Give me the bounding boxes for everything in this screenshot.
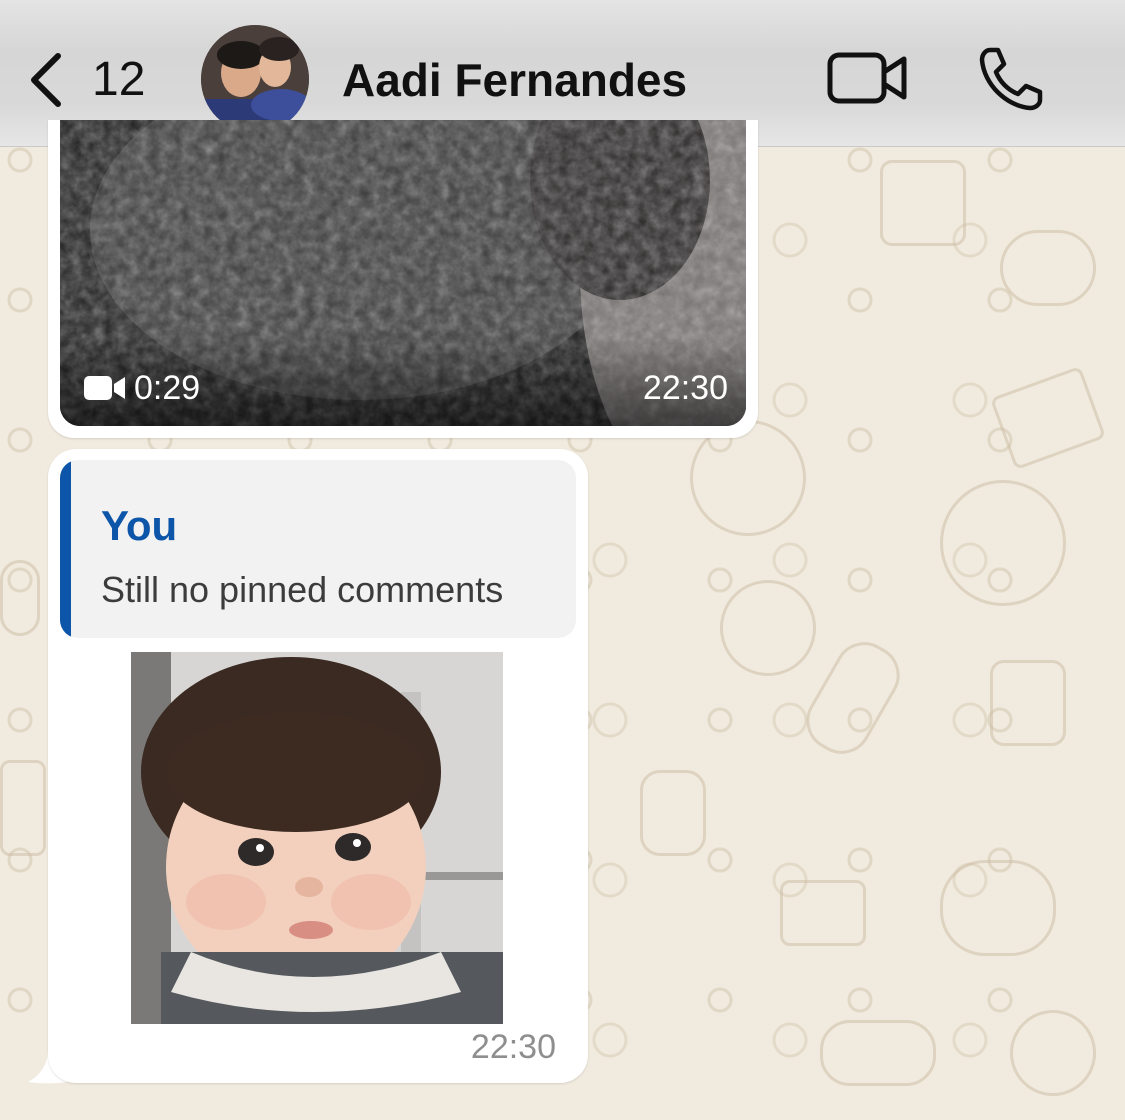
video-duration: 0:29 bbox=[134, 369, 201, 407]
phone-icon bbox=[979, 47, 1043, 111]
wallpaper-doodle bbox=[880, 160, 966, 246]
contact-name[interactable]: Aadi Fernandes bbox=[342, 52, 687, 108]
sticker-image[interactable] bbox=[131, 652, 503, 1024]
wallpaper-doodle bbox=[0, 760, 46, 856]
video-camera-icon bbox=[84, 376, 125, 400]
voice-call-button[interactable] bbox=[976, 44, 1046, 114]
wallpaper-doodle bbox=[780, 880, 866, 946]
video-duration-indicator: 0:29 bbox=[84, 368, 200, 408]
video-camera-icon bbox=[827, 52, 907, 104]
wallpaper-doodle bbox=[1000, 230, 1096, 306]
quote-accent-bar bbox=[60, 460, 71, 638]
wallpaper-doodle bbox=[940, 860, 1056, 956]
wallpaper-doodle bbox=[720, 580, 816, 676]
back-button[interactable] bbox=[22, 48, 72, 112]
wallpaper-doodle bbox=[820, 1020, 936, 1086]
wallpaper-doodle bbox=[0, 560, 40, 636]
video-call-button[interactable] bbox=[826, 50, 910, 106]
unread-count[interactable]: 12 bbox=[92, 52, 145, 108]
wallpaper-doodle bbox=[990, 660, 1066, 746]
wallpaper-doodle bbox=[940, 480, 1066, 606]
contact-avatar[interactable] bbox=[201, 25, 309, 133]
baby-photo bbox=[131, 652, 503, 1024]
quoted-text: Still no pinned comments bbox=[101, 569, 504, 610]
quoted-author: You bbox=[101, 502, 178, 549]
wallpaper-doodle bbox=[795, 631, 911, 765]
message-timestamp: 22:30 bbox=[470, 1028, 556, 1066]
reply-message-bubble[interactable]: You Still no pinned comments 22:30 bbox=[48, 449, 588, 1083]
wallpaper-doodle bbox=[989, 365, 1107, 471]
avatar-photo bbox=[201, 25, 309, 133]
quoted-message[interactable]: You Still no pinned comments bbox=[60, 460, 576, 638]
wallpaper-doodle bbox=[640, 770, 706, 856]
chevron-left-icon bbox=[31, 53, 61, 107]
wallpaper-doodle bbox=[1010, 1010, 1096, 1096]
message-timestamp: 22:30 bbox=[642, 369, 728, 407]
